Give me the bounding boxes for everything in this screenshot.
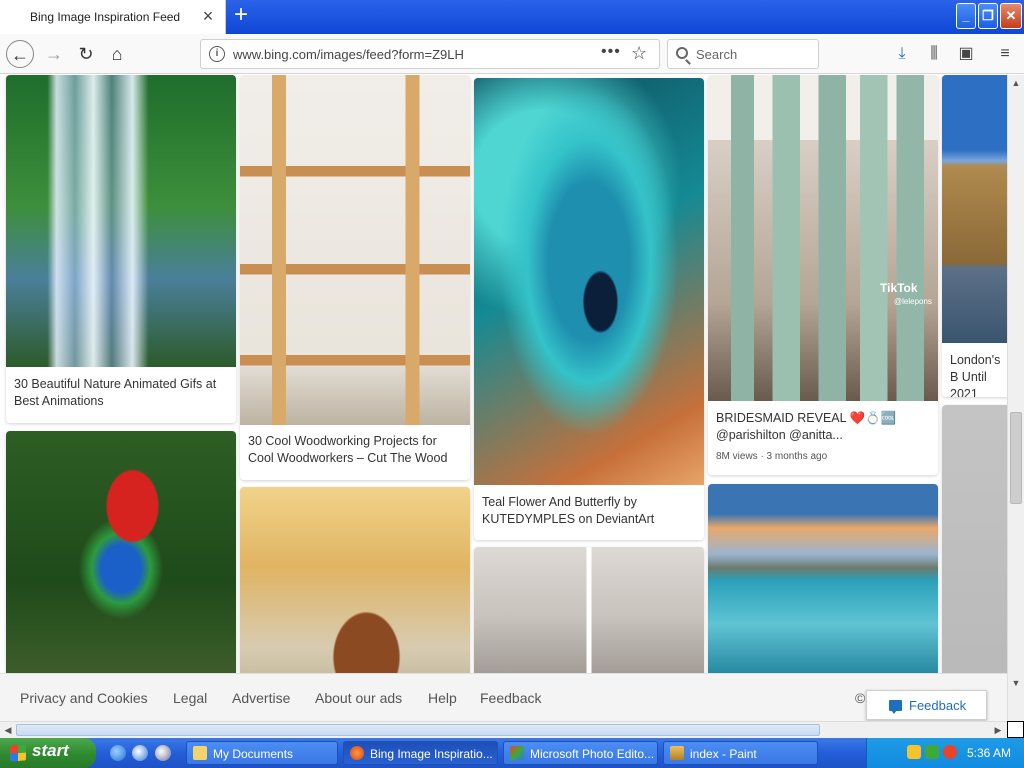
url-bar[interactable]: i www.bing.com/images/feed?form=Z9LH •••… <box>200 39 660 69</box>
start-label: start <box>32 741 69 760</box>
scroll-up-icon[interactable]: ▲ <box>1008 75 1024 91</box>
scrollbar-corner <box>1007 721 1024 738</box>
image-feed: 30 Beautiful Nature Animated Gifs at Bes… <box>0 75 1007 673</box>
feedback-button-label: Feedback <box>909 698 967 713</box>
footer-link-advertise[interactable]: Advertise <box>232 690 290 706</box>
horizontal-scroll-thumb[interactable] <box>16 724 820 736</box>
feed-card-ocean[interactable] <box>708 484 938 673</box>
footer-link-legal[interactable]: Legal <box>173 690 207 706</box>
card-image[interactable] <box>708 484 938 673</box>
card-image[interactable] <box>474 547 704 673</box>
feed-card-london[interactable]: London's B Until 2021 <box>942 75 1007 397</box>
security-shield-icon[interactable] <box>907 745 921 759</box>
horizontal-scrollbar[interactable]: ◀ ▶ <box>0 721 1007 738</box>
firefox-icon <box>350 746 364 760</box>
reload-icon[interactable]: ↻ <box>72 40 100 68</box>
paint-icon <box>670 746 684 760</box>
card-image[interactable] <box>942 75 1007 343</box>
window-close-icon[interactable]: ✕ <box>1000 3 1022 29</box>
tab-strip: Bing Image Inspiration Feed × + _ ❐ ✕ <box>0 0 1024 34</box>
card-image[interactable] <box>240 75 470 425</box>
navigation-toolbar: ← → ↻ ⌂ i www.bing.com/images/feed?form=… <box>0 34 1024 74</box>
feed-card-parrot[interactable] <box>6 431 236 673</box>
card-image[interactable]: TikTok @lelepons <box>708 75 938 401</box>
card-caption[interactable]: 30 Beautiful Nature Animated Gifs at Bes… <box>14 376 228 410</box>
card-image[interactable] <box>6 431 236 673</box>
card-image[interactable] <box>474 78 704 485</box>
feed-card-tiles[interactable] <box>474 547 704 673</box>
task-label: Microsoft Photo Edito... <box>530 747 655 761</box>
url-text[interactable]: www.bing.com/images/feed?form=Z9LH <box>233 47 464 62</box>
search-input[interactable]: Search <box>667 39 819 69</box>
start-button[interactable]: start <box>0 738 96 768</box>
new-tab-icon[interactable]: + <box>230 3 252 28</box>
task-label: Bing Image Inspiratio... <box>370 747 493 761</box>
task-bing-image[interactable]: Bing Image Inspiratio... <box>343 741 498 765</box>
card-caption[interactable]: 30 Cool Woodworking Projects for Cool Wo… <box>248 433 462 467</box>
feed-card-brides[interactable]: TikTok @lelepons BRIDESMAID REVEAL ❤️💍🆒 … <box>708 75 938 475</box>
feed-card-horse[interactable] <box>240 487 470 673</box>
photo-editor-icon <box>510 746 524 760</box>
sidebar-icon[interactable]: ▣ <box>956 44 976 64</box>
search-tray-icon[interactable] <box>943 745 957 759</box>
footer-link-about-ads[interactable]: About our ads <box>315 690 402 706</box>
copyright-text: © <box>855 690 866 706</box>
card-caption[interactable]: London's B Until 2021 <box>950 352 1007 397</box>
feed-card-waterfall[interactable]: 30 Beautiful Nature Animated Gifs at Bes… <box>6 75 236 423</box>
library-icon[interactable]: ⫼ <box>924 44 944 64</box>
minimize-icon[interactable]: _ <box>956 3 976 29</box>
card-meta: 8M views · 3 months ago <box>716 451 828 462</box>
footer-link-help[interactable]: Help <box>428 690 457 706</box>
search-icon <box>676 47 688 59</box>
taskbar: start My Documents Bing Image Inspiratio… <box>0 738 1024 768</box>
task-my-documents[interactable]: My Documents <box>186 741 338 765</box>
feed-card-grey[interactable] <box>942 405 1007 673</box>
vertical-scroll-thumb[interactable] <box>1010 412 1022 504</box>
close-icon[interactable]: × <box>200 7 216 25</box>
tab-bing-feed[interactable]: Bing Image Inspiration Feed × <box>0 0 226 34</box>
feedback-icon <box>889 700 902 714</box>
task-label: index - Paint <box>690 747 757 761</box>
info-icon[interactable]: i <box>209 46 225 62</box>
footer-link-privacy[interactable]: Privacy and Cookies <box>20 690 148 706</box>
home-icon[interactable]: ⌂ <box>103 40 131 68</box>
menu-icon[interactable]: ≡ <box>995 44 1015 64</box>
maximize-icon[interactable]: ❐ <box>978 3 998 29</box>
clock: 5:36 AM <box>967 746 1012 760</box>
scroll-right-icon[interactable]: ▶ <box>990 722 1006 738</box>
footer-link-feedback[interactable]: Feedback <box>480 690 541 706</box>
card-image[interactable] <box>942 405 1007 673</box>
tiktok-handle: @lelepons <box>894 297 932 306</box>
feed-card-shelf[interactable]: 30 Cool Woodworking Projects for Cool Wo… <box>240 75 470 480</box>
back-arrow-icon[interactable]: ← <box>6 40 34 68</box>
card-image[interactable] <box>6 75 236 367</box>
page-footer: Privacy and Cookies Legal Advertise Abou… <box>0 673 1007 721</box>
task-paint[interactable]: index - Paint <box>663 741 818 765</box>
forward-arrow-icon[interactable]: → <box>40 40 68 68</box>
card-image[interactable] <box>240 487 470 673</box>
card-caption[interactable]: BRIDESMAID REVEAL ❤️💍🆒 @parishilton @ani… <box>716 410 930 444</box>
system-tray: 5:36 AM <box>866 738 1024 768</box>
vertical-scrollbar[interactable]: ▲ ▼ <box>1007 75 1024 721</box>
more-dots-icon[interactable]: ••• <box>601 43 621 61</box>
windows-flag-icon <box>10 744 26 762</box>
media-player-icon[interactable] <box>155 745 171 761</box>
feed-card-butterfly[interactable]: Teal Flower And Butterfly by KUTEDYMPLES… <box>474 78 704 540</box>
task-photo-editor[interactable]: Microsoft Photo Edito... <box>503 741 658 765</box>
ie-icon[interactable] <box>110 745 126 761</box>
card-caption[interactable]: Teal Flower And Butterfly by KUTEDYMPLES… <box>482 494 696 528</box>
task-label: My Documents <box>213 747 294 761</box>
tab-title: Bing Image Inspiration Feed <box>30 10 181 24</box>
folder-icon <box>193 746 207 760</box>
download-icon[interactable]: ⤓ <box>892 44 912 64</box>
tiktok-watermark: TikTok <box>880 281 918 295</box>
scroll-left-icon[interactable]: ◀ <box>0 722 16 738</box>
search-placeholder: Search <box>696 47 738 62</box>
feedback-button[interactable]: Feedback <box>866 690 987 720</box>
browser-quicklaunch-icon[interactable] <box>132 745 148 761</box>
network-icon[interactable] <box>925 745 939 759</box>
bookmark-star-icon[interactable]: ☆ <box>631 43 647 64</box>
scroll-down-icon[interactable]: ▼ <box>1008 675 1024 691</box>
